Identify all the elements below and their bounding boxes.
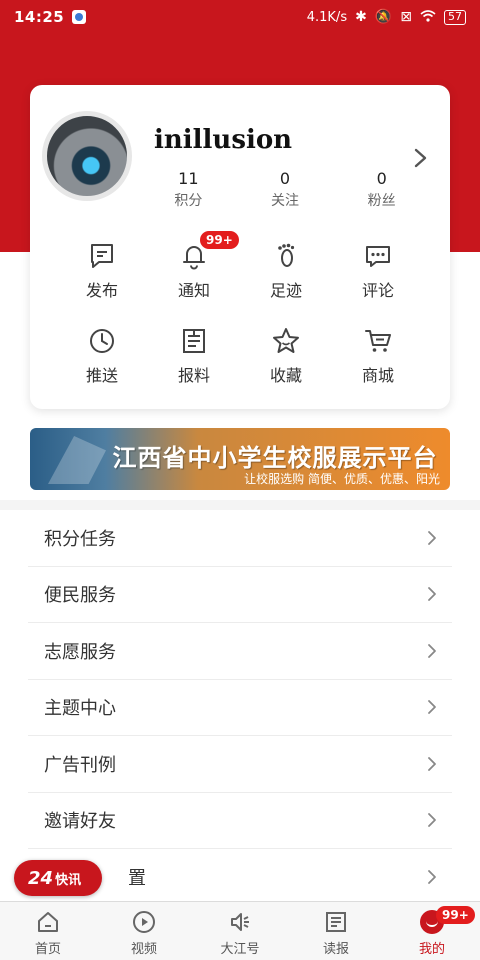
action-label: 收藏 <box>269 366 302 385</box>
profile-stats: 11 积分 0 关注 0 粉丝 <box>140 169 430 211</box>
bottom-tab-bar: 首页 视频 大江号 读报 99+ 我的 <box>0 901 480 960</box>
action-label: 报料 <box>177 366 210 385</box>
action-grid: 发布 99+ 通知 足迹 评论 推送 报料 收藏 商城 <box>56 231 424 403</box>
flash-number: 24 <box>28 867 54 889</box>
action-label: 商城 <box>361 366 394 385</box>
action-comment[interactable]: 评论 <box>332 233 424 318</box>
menu-label: 志愿服务 <box>44 641 116 663</box>
chevron-right-icon <box>428 756 436 771</box>
play-icon <box>133 911 155 933</box>
stat-label: 积分 <box>174 193 203 209</box>
cart-icon <box>365 330 391 352</box>
speaker-icon <box>231 913 249 931</box>
home-icon <box>38 912 58 932</box>
tab-dajiang[interactable]: 大江号 <box>192 902 288 960</box>
star-icon <box>273 328 299 353</box>
tab-reading[interactable]: 读报 <box>288 902 384 960</box>
chevron-right-icon <box>428 813 436 828</box>
status-bar: 14:25 4.1K/s ✱ 🔕 ⊠ 57 <box>0 0 480 34</box>
stat-label: 关注 <box>271 193 299 209</box>
status-indicators: 4.1K/s ✱ 🔕 ⊠ 57 <box>306 9 466 25</box>
bluetooth-icon: ✱ <box>355 9 367 25</box>
tab-label: 我的 <box>418 942 445 957</box>
profile-card: inillusion 11 积分 0 关注 0 粉丝 发布 99+ 通知 足迹 <box>30 85 450 409</box>
menu-list: 积分任务 便民服务 志愿服务 主题中心 广告刊例 邀请好友 置 <box>28 510 452 906</box>
banner-subtitle: 让校服选购 简便、优质、优惠、阳光 <box>244 472 440 486</box>
action-report[interactable]: 报料 <box>148 318 240 403</box>
action-label: 足迹 <box>269 281 302 300</box>
action-label: 评论 <box>361 281 394 300</box>
menu-item-ad-rates[interactable]: 广告刊例 <box>28 736 452 793</box>
stat-label: 粉丝 <box>367 193 396 209</box>
chevron-right-icon <box>428 643 436 658</box>
action-mall[interactable]: 商城 <box>332 318 424 403</box>
document-icon <box>183 329 205 353</box>
action-label: 推送 <box>85 366 118 385</box>
tab-label: 首页 <box>34 942 61 957</box>
avatar[interactable] <box>42 111 132 201</box>
action-push[interactable]: 推送 <box>56 318 148 403</box>
chevron-right-icon <box>428 530 436 545</box>
network-speed: 4.1K/s <box>306 9 348 25</box>
newspaper-icon <box>326 912 346 932</box>
menu-label: 主题中心 <box>44 698 116 720</box>
chevron-right-icon <box>428 587 436 602</box>
publish-icon <box>91 244 113 268</box>
stat-points[interactable]: 11 积分 <box>140 169 237 211</box>
flash-news-button[interactable]: 24 快讯 <box>14 860 102 896</box>
stat-fans[interactable]: 0 粉丝 <box>333 169 430 211</box>
menu-label: 广告刊例 <box>44 754 116 776</box>
status-time: 14:25 <box>14 8 65 26</box>
menu-label: 置 <box>128 867 146 889</box>
action-label: 通知 <box>177 281 210 300</box>
chevron-right-icon <box>428 869 436 884</box>
stat-following[interactable]: 0 关注 <box>237 169 334 211</box>
footprint-icon <box>278 243 295 267</box>
tab-label: 大江号 <box>220 942 260 957</box>
menu-label: 便民服务 <box>44 585 116 607</box>
username[interactable]: inillusion <box>154 125 292 155</box>
section-divider <box>0 500 480 510</box>
menu-label: 邀请好友 <box>44 811 116 833</box>
clock-icon <box>90 329 114 353</box>
stat-value: 0 <box>376 169 387 188</box>
promo-banner[interactable]: 江西省中小学生校服展示平台 让校服选购 简便、优质、优惠、阳光 <box>30 428 450 490</box>
action-footprint[interactable]: 足迹 <box>240 233 332 318</box>
banner-title: 江西省中小学生校服展示平台 <box>112 444 438 472</box>
wifi-icon <box>420 9 436 25</box>
notification-badge: 99+ <box>200 231 239 249</box>
stat-value: 11 <box>178 169 199 188</box>
tab-home[interactable]: 首页 <box>0 902 96 960</box>
tab-badge: 99+ <box>436 906 475 924</box>
menu-item-volunteer[interactable]: 志愿服务 <box>28 623 452 680</box>
app-notification-icon <box>72 10 87 24</box>
chevron-right-icon <box>428 700 436 715</box>
stat-value: 0 <box>279 169 291 188</box>
menu-item-points-tasks[interactable]: 积分任务 <box>28 510 452 567</box>
banner-graphic <box>48 436 106 484</box>
menu-item-invite-friends[interactable]: 邀请好友 <box>28 793 452 849</box>
battery-icon: 57 <box>444 9 466 25</box>
action-publish[interactable]: 发布 <box>56 233 148 318</box>
tab-label: 读报 <box>322 942 349 957</box>
action-notify[interactable]: 99+ 通知 <box>148 231 240 318</box>
flash-label: 快讯 <box>55 872 82 888</box>
menu-item-public-services[interactable]: 便民服务 <box>28 567 452 623</box>
comment-icon <box>366 246 390 267</box>
tab-mine[interactable]: 99+ 我的 <box>384 902 480 960</box>
menu-label: 积分任务 <box>44 528 116 550</box>
mute-icon: 🔕 <box>374 9 393 25</box>
tab-video[interactable]: 视频 <box>96 902 192 960</box>
action-label: 发布 <box>85 281 118 300</box>
tab-label: 视频 <box>130 942 157 957</box>
sim-icon: ⊠ <box>400 9 412 25</box>
menu-item-theme-center[interactable]: 主题中心 <box>28 680 452 736</box>
action-favorite[interactable]: 收藏 <box>240 318 332 403</box>
